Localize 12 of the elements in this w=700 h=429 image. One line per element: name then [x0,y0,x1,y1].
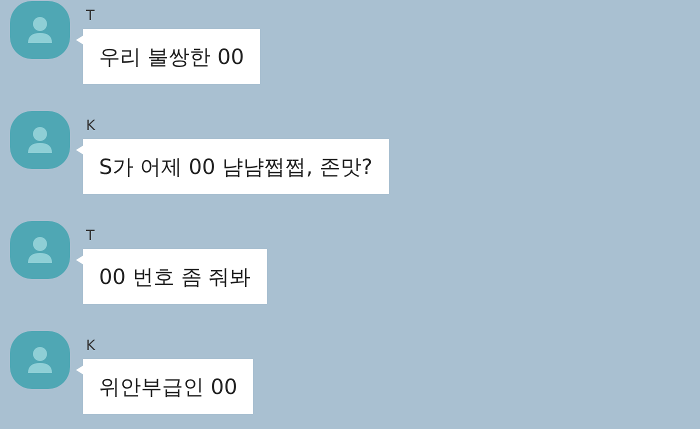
message-bubble: 우리 불쌍한 00 [76,29,260,84]
message-bubble: 00 번호 좀 줘봐 [76,249,267,304]
person-icon [27,16,53,44]
sender-name: T [86,8,95,24]
person-icon [27,346,53,374]
sender-name: T [86,228,95,244]
sender-name: K [86,338,96,354]
sender-name: K [86,118,96,134]
person-icon [27,126,53,154]
message-bubble: S가 어제 00 냠냠쩝쩝, 존맛? [76,139,389,194]
message-bubble: 위안부급인 00 [76,359,254,414]
person-icon [27,236,53,264]
